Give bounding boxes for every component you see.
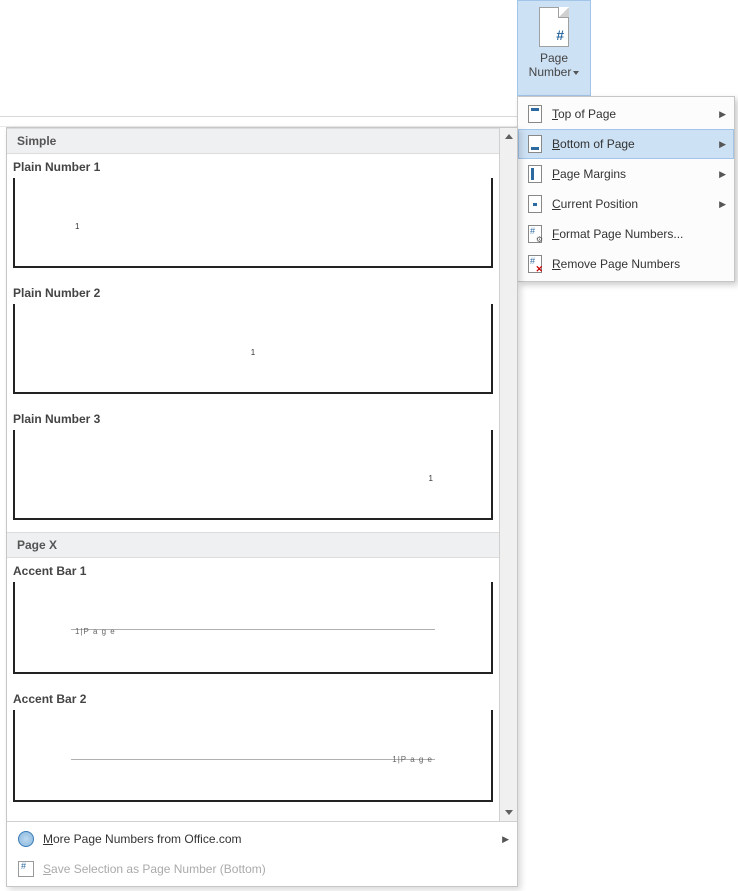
submenu-arrow-icon: ▶: [719, 199, 728, 210]
menu-item-format[interactable]: ⚙ Format Page Numbers...: [518, 219, 734, 249]
save-selection-label: Save Selection as Page Number (Bottom): [37, 862, 509, 876]
gallery-scrollbar[interactable]: [499, 128, 517, 821]
submenu-arrow-icon: ▶: [502, 834, 509, 845]
bottom-icon: [528, 135, 542, 153]
current-icon: [528, 195, 542, 213]
save-page-number-icon: [18, 861, 34, 877]
page-number-label-line2: Number: [529, 65, 572, 79]
more-page-numbers-label: More Page Numbers from Office.com: [37, 832, 502, 846]
gallery-item-pn2[interactable]: Plain Number 2 1: [7, 280, 499, 406]
save-selection-item: Save Selection as Page Number (Bottom): [7, 854, 517, 884]
gallery-group-header: Simple: [7, 128, 499, 154]
menu-item-label: Page Margins: [546, 167, 719, 181]
page-number-icon: #: [539, 7, 569, 47]
menu-item-label: Top of Page: [546, 107, 719, 121]
menu-item-label: Format Page Numbers...: [546, 227, 728, 241]
page-number-dropdown-menu: Top of Page▶Bottom of Page▶Page Margins▶…: [517, 96, 735, 282]
gallery-item-title: Plain Number 1: [13, 158, 493, 178]
chevron-down-icon: [505, 810, 513, 815]
submenu-arrow-icon: ▶: [719, 109, 728, 120]
menu-item-label: Current Position: [546, 197, 719, 211]
menu-item-margins[interactable]: Page Margins▶: [518, 159, 734, 189]
page-number-marker: 1|P a g e: [392, 755, 433, 764]
page-number-gallery-panel: SimplePlain Number 11Plain Number 21Plai…: [6, 127, 518, 887]
gallery-item-acc2[interactable]: Accent Bar 2 1|P a g e: [7, 686, 499, 814]
page-number-marker: 1: [75, 222, 79, 231]
submenu-arrow-icon: ▶: [719, 169, 728, 180]
format-icon: ⚙: [528, 225, 542, 243]
menu-item-label: Remove Page Numbers: [546, 257, 728, 271]
scroll-up-button[interactable]: [500, 128, 517, 145]
gallery-footer: More Page Numbers from Office.com ▶ Save…: [7, 821, 517, 886]
menu-item-current[interactable]: Current Position▶: [518, 189, 734, 219]
scroll-down-button[interactable]: [500, 804, 517, 821]
page-number-marker: 1: [429, 474, 433, 483]
top-icon: [528, 105, 542, 123]
gallery-item-title: Plain Number 3: [13, 410, 493, 430]
menu-item-bottom[interactable]: Bottom of Page▶: [518, 129, 734, 159]
gallery-group-header: Page X: [7, 532, 499, 558]
page-number-label-line1: Page: [540, 51, 568, 65]
submenu-arrow-icon: ▶: [719, 139, 728, 150]
page-number-marker: 1: [251, 348, 255, 357]
globe-icon: [18, 831, 34, 847]
menu-item-top[interactable]: Top of Page▶: [518, 99, 734, 129]
menu-item-label: Bottom of Page: [546, 137, 719, 151]
margins-icon: [528, 165, 542, 183]
gallery-item-title: Plain Number 2: [13, 284, 493, 304]
gallery-item-acc1[interactable]: Accent Bar 1 1|P a g e: [7, 558, 499, 686]
page-number-ribbon-button[interactable]: # Page Number: [517, 0, 591, 96]
menu-item-remove[interactable]: ✕ Remove Page Numbers: [518, 249, 734, 279]
page-number-button-label: Page Number: [529, 51, 580, 79]
gallery-item-title: Accent Bar 1: [13, 562, 493, 582]
gallery-item-preview: 1|P a g e: [13, 710, 493, 802]
gallery-item-title: Accent Bar 2: [13, 690, 493, 710]
gallery-item-preview: 1|P a g e: [13, 582, 493, 674]
gallery-item-preview: 1: [13, 304, 493, 394]
gallery-content: SimplePlain Number 11Plain Number 21Plai…: [7, 128, 499, 821]
gallery-item-preview: 1: [13, 430, 493, 520]
gallery-item-pn3[interactable]: Plain Number 3 1: [7, 406, 499, 532]
gallery-item-pn1[interactable]: Plain Number 1 1: [7, 154, 499, 280]
page-number-marker: 1|P a g e: [75, 627, 116, 636]
gallery-item-preview: 1: [13, 178, 493, 268]
document-edge-decoration: [0, 110, 520, 127]
remove-icon: ✕: [528, 255, 542, 273]
chevron-up-icon: [505, 134, 513, 139]
dropdown-caret-icon: [573, 71, 579, 75]
more-page-numbers-item[interactable]: More Page Numbers from Office.com ▶: [7, 824, 517, 854]
